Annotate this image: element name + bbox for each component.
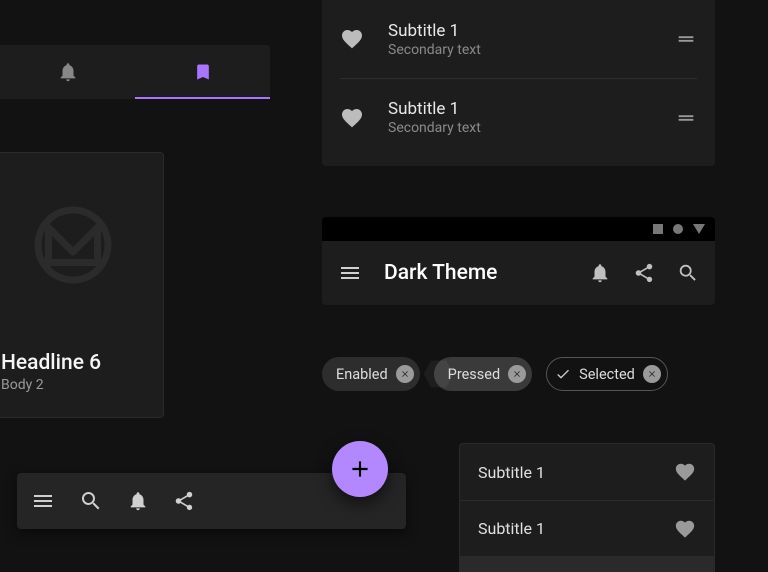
share-button[interactable] [173, 490, 195, 512]
cards-row: 6 Headline 6 Body 2 [0, 152, 164, 418]
drag-handle[interactable] [675, 28, 697, 50]
search-icon [79, 489, 103, 513]
list-two-line: Subtitle 1 Secondary text Subtitle 1 Sec… [322, 0, 715, 166]
search-icon [677, 262, 699, 284]
chip-leading [555, 366, 571, 382]
status-icon [673, 224, 683, 234]
list-item[interactable]: Subtitle 1 [460, 500, 714, 556]
list-item[interactable]: Subtitle 1 Secondary text [340, 0, 697, 78]
list-title: Subtitle 1 [478, 519, 545, 538]
list-secondary: Secondary text [388, 42, 675, 58]
notifications-action[interactable] [589, 262, 611, 284]
notifications-button[interactable] [127, 490, 149, 512]
chip-selected[interactable]: Selected [546, 357, 668, 391]
heart-icon [674, 461, 696, 483]
list-item[interactable]: Subtitle 1 Secondary text [340, 78, 697, 156]
heart-icon [340, 27, 364, 51]
tabs-panel [0, 45, 270, 99]
card-headline: Headline 6 [1, 351, 145, 375]
bell-icon [127, 490, 149, 512]
card[interactable]: Headline 6 Body 2 [0, 152, 164, 418]
list-title: Subtitle 1 [388, 99, 675, 119]
chip-label: Enabled [336, 366, 388, 383]
nav-menu-button[interactable] [338, 261, 362, 285]
top-app-bar: Dark Theme [322, 217, 715, 305]
tab-notifications[interactable] [0, 45, 135, 99]
chip-remove[interactable] [643, 365, 661, 383]
fab[interactable] [332, 441, 388, 497]
app-bar-title: Dark Theme [384, 261, 567, 285]
heart-icon [674, 518, 696, 540]
bell-icon [589, 262, 611, 284]
list-title: Subtitle 1 [478, 463, 545, 482]
system-status-bar [322, 217, 715, 241]
search-action[interactable] [677, 262, 699, 284]
chips-row: Enabled Pressed Selected [322, 357, 668, 391]
material-logo-icon [31, 203, 115, 287]
drag-icon [675, 28, 697, 50]
drag-icon [675, 107, 697, 129]
card-media [0, 153, 163, 337]
app-bar-row: Dark Theme [322, 241, 715, 305]
check-icon [555, 366, 571, 382]
bookmark-icon [193, 62, 213, 82]
status-icon [693, 224, 705, 234]
close-icon [647, 369, 657, 379]
share-icon [173, 490, 195, 512]
list-item[interactable]: Subtitle 1 [460, 444, 714, 500]
list-text: Subtitle 1 Secondary text [388, 21, 675, 58]
bell-icon [57, 61, 79, 83]
menu-button[interactable] [31, 489, 55, 513]
list-leading [340, 27, 364, 51]
card-text: Headline 6 Body 2 [0, 337, 163, 417]
card-body: Body 2 [1, 377, 145, 393]
menu-icon [31, 489, 55, 513]
share-icon [633, 262, 655, 284]
chip-label: Selected [579, 366, 635, 383]
list-leading [340, 106, 364, 130]
close-icon [512, 369, 522, 379]
status-icon [653, 224, 663, 234]
list-text: Subtitle 1 Secondary text [388, 99, 675, 136]
list-item[interactable]: Subtitle 1 [460, 556, 714, 572]
heart-icon [340, 106, 364, 130]
chip-enabled[interactable]: Enabled [322, 357, 420, 391]
close-icon [400, 369, 410, 379]
share-action[interactable] [633, 262, 655, 284]
list-single-line: Subtitle 1 Subtitle 1 Subtitle 1 [459, 443, 715, 572]
plus-icon [347, 456, 373, 482]
menu-icon [338, 261, 362, 285]
tab-bookmarks[interactable] [135, 45, 270, 99]
list-title: Subtitle 1 [388, 21, 675, 41]
chip-pressed[interactable]: Pressed [434, 357, 532, 391]
search-button[interactable] [79, 489, 103, 513]
chip-remove[interactable] [396, 365, 414, 383]
chip-label: Pressed [448, 366, 500, 383]
list-secondary: Secondary text [388, 120, 675, 136]
drag-handle[interactable] [675, 107, 697, 129]
chip-remove[interactable] [508, 365, 526, 383]
